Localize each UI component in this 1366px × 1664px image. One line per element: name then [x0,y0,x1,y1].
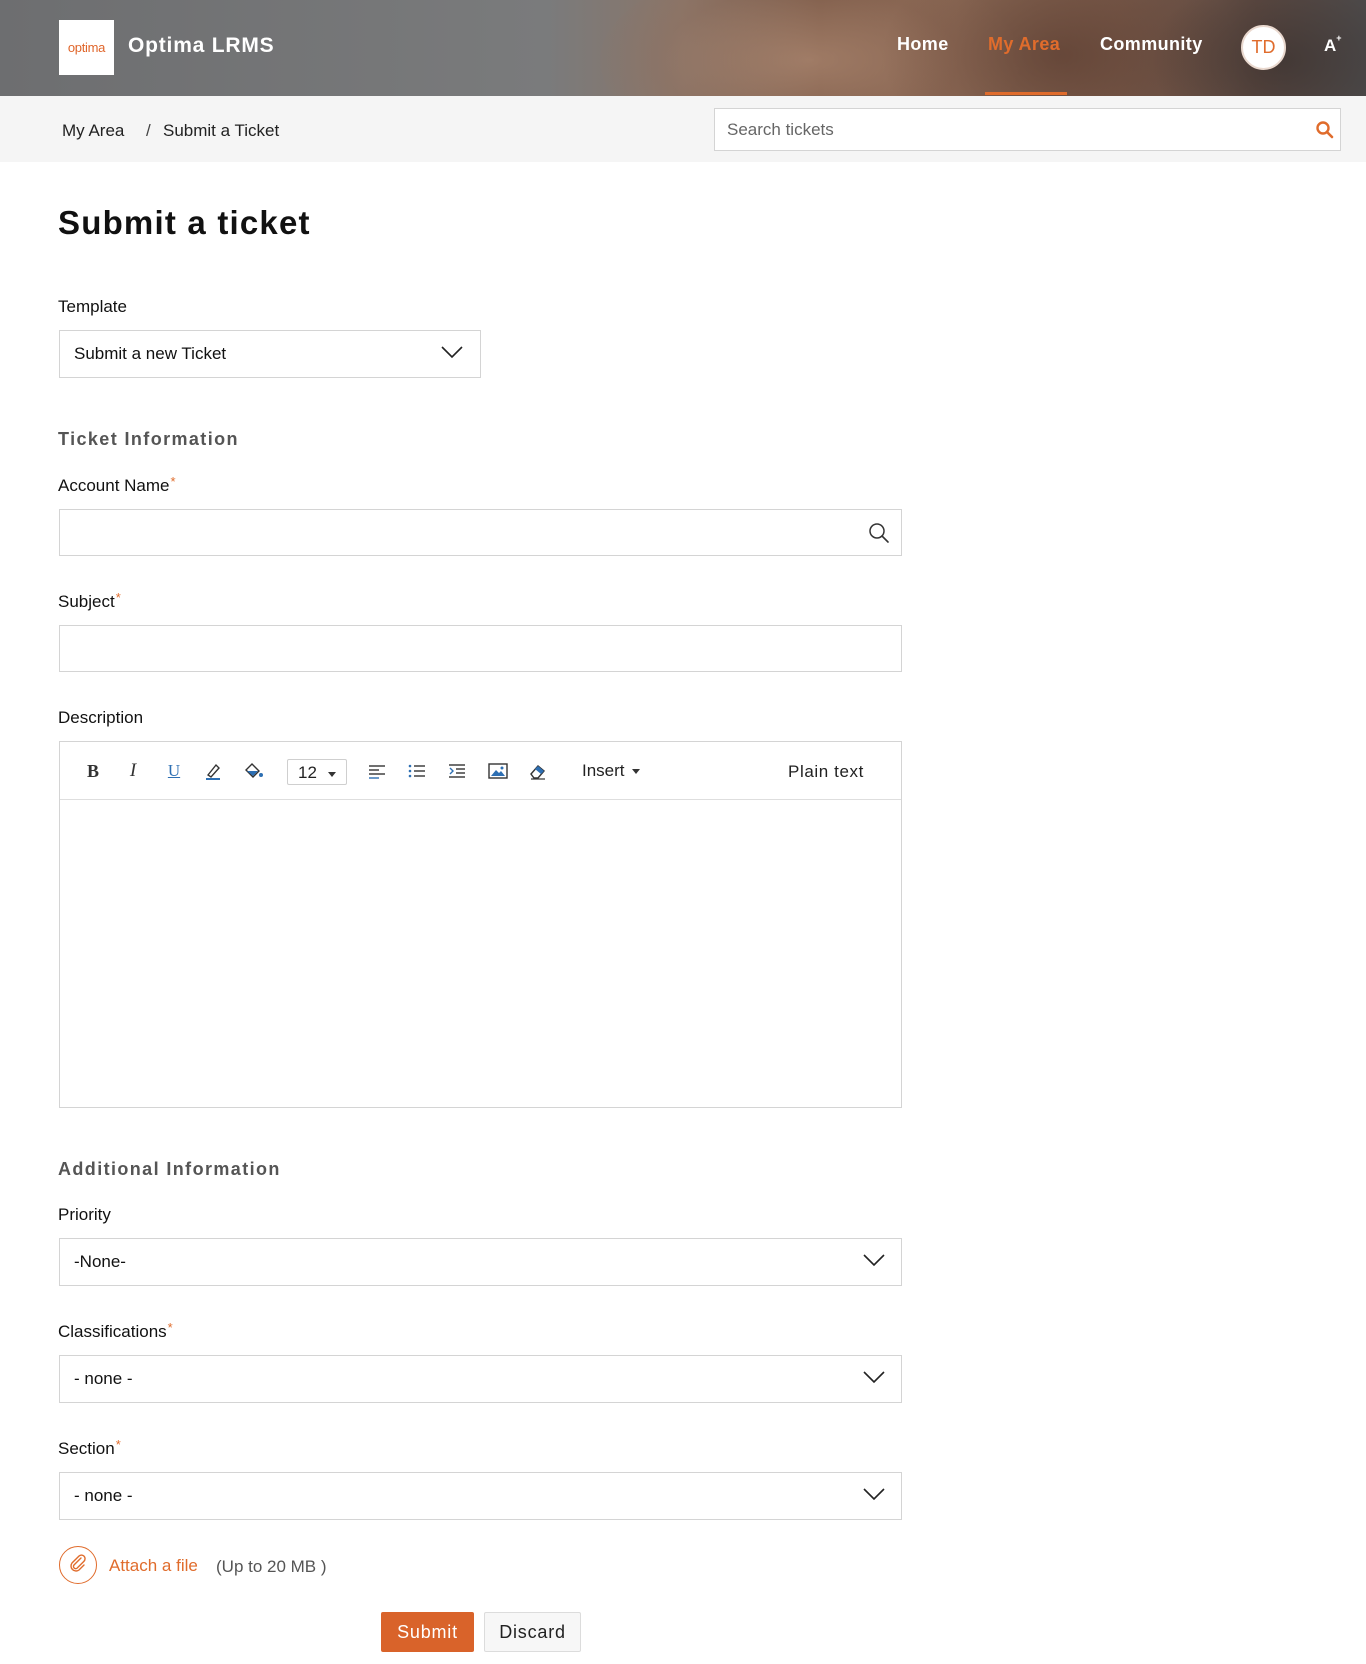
indent-icon[interactable] [446,760,468,782]
subject-input[interactable] [60,626,840,671]
required-marker: * [170,474,176,489]
caret-down-icon [328,772,336,777]
search-input[interactable] [715,109,1295,150]
template-label: Template [58,297,127,316]
align-left-icon[interactable] [366,760,388,782]
chevron-down-icon [863,1487,885,1501]
lookup-search-icon[interactable] [868,522,890,544]
section-select[interactable]: - none - [59,1472,902,1520]
plain-text-toggle[interactable]: Plain text [788,762,864,782]
subject-field [59,625,902,672]
underline-button[interactable]: U [163,760,185,782]
font-size-dropdown[interactable]: 12 [287,759,347,785]
description-editor: B I U 12 Insert Plain text [59,741,902,1108]
description-text-area[interactable] [60,800,901,1107]
caret-down-icon [631,769,640,775]
nav-my-area[interactable]: My Area [988,34,1060,55]
account-name-label: Account Name* [58,474,176,496]
brand-name[interactable]: Optima LRMS [128,34,274,58]
breadcrumb-my-area[interactable]: My Area [62,121,124,141]
accessibility-plus: + [1336,33,1342,44]
chevron-down-icon [441,345,463,359]
section-label: Section* [58,1437,121,1459]
nav-community[interactable]: Community [1100,34,1203,55]
fill-bucket-icon[interactable] [243,760,265,782]
page-title: Submit a ticket [58,204,311,241]
active-nav-indicator [985,92,1067,95]
font-size-accessibility-button[interactable]: A+ [1324,33,1342,56]
user-avatar[interactable]: TD [1241,25,1286,70]
priority-select-value: -None- [74,1252,126,1271]
required-marker: * [115,590,121,605]
subject-label-text: Subject [58,592,115,611]
attach-button[interactable] [59,1546,97,1584]
insert-label: Insert [582,761,625,780]
priority-select[interactable]: -None- [59,1238,902,1286]
required-marker: * [115,1437,121,1452]
required-marker: * [167,1320,173,1335]
image-icon[interactable] [487,760,509,782]
submit-button[interactable]: Submit [381,1612,474,1652]
attach-size-hint: (Up to 20 MB ) [216,1557,327,1576]
logo-text: optima [67,40,106,55]
account-name-label-text: Account Name [58,476,170,495]
paperclip-icon [68,1553,88,1578]
classifications-select[interactable]: - none - [59,1355,902,1403]
template-select-value: Submit a new Ticket [74,344,227,363]
section-select-value: - none - [74,1486,133,1505]
font-size-value: 12 [298,763,317,782]
nav-home[interactable]: Home [897,34,949,55]
additional-information-heading: Additional Information [58,1159,281,1179]
accessibility-label: A [1324,36,1337,55]
ticket-information-heading: Ticket Information [58,429,239,449]
bold-button[interactable]: B [82,760,104,782]
eraser-icon[interactable] [527,760,549,782]
editor-toolbar: B I U 12 Insert Plain text [60,742,901,800]
template-select[interactable]: Submit a new Ticket [59,330,481,378]
search-icon[interactable] [1315,120,1335,140]
attach-file-link[interactable]: Attach a file [109,1556,198,1576]
ticket-search [714,108,1341,151]
top-navigation-bar: optima Optima LRMS Home My Area Communit… [0,0,1366,96]
chevron-down-icon [863,1370,885,1384]
account-name-field [59,509,902,556]
description-label: Description [58,708,144,727]
insert-dropdown[interactable]: Insert [582,761,640,781]
chevron-down-icon [863,1253,885,1267]
classifications-label: Classifications* [58,1320,173,1342]
breadcrumb-separator: / [146,121,151,140]
breadcrumb-submit-ticket: Submit a Ticket [163,121,280,140]
section-label-text: Section [58,1439,115,1458]
classifications-label-text: Classifications [58,1322,167,1341]
discard-button[interactable]: Discard [484,1612,581,1652]
classifications-select-value: - none - [74,1369,133,1388]
bullet-list-icon[interactable] [406,760,428,782]
logo[interactable]: optima [59,20,114,75]
highlighter-icon[interactable] [202,760,224,782]
subject-label: Subject* [58,590,121,612]
priority-label: Priority [58,1205,111,1224]
account-name-input[interactable] [60,510,840,555]
italic-button[interactable]: I [122,760,144,782]
avatar-initials: TD [1251,37,1276,57]
